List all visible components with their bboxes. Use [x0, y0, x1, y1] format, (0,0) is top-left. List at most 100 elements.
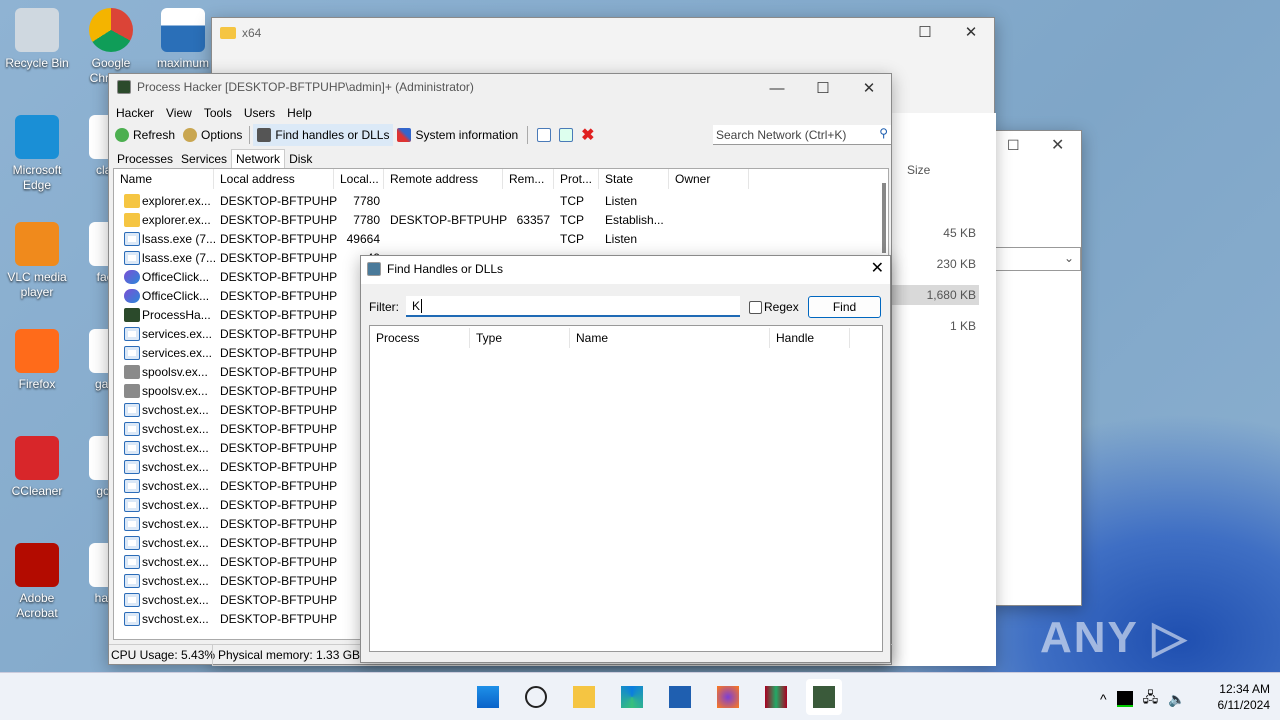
search-taskbar-button[interactable]: [518, 679, 554, 715]
tab-processes[interactable]: Processes: [113, 150, 177, 168]
dropdown[interactable]: ⌄: [991, 247, 1081, 271]
winrar-taskbar-button[interactable]: [758, 679, 794, 715]
search-network-input[interactable]: Search Network (Ctrl+K) ⚲: [713, 125, 891, 145]
network-icon[interactable]: 🖧: [1143, 687, 1159, 711]
checkbox-icon[interactable]: [749, 300, 762, 314]
table-row[interactable]: lsass.exe (7... DESKTOP-BFTPUHP 49664 TCP Li…: [114, 230, 884, 249]
chevron-up-icon[interactable]: ^: [1100, 691, 1107, 707]
name-cell: explorer.ex...: [142, 213, 211, 227]
table-row[interactable]: explorer.ex... DESKTOP-BFTPUHP 7780 DESKTOP…: [114, 211, 884, 230]
desktop-icon[interactable]: Recycle Bin: [0, 8, 74, 71]
find-button[interactable]: Find: [808, 296, 881, 318]
cpu-usage: CPU Usage: 5.43%: [111, 648, 216, 662]
firefox-taskbar-button[interactable]: [710, 679, 746, 715]
firefox-icon: [717, 686, 739, 708]
window-button[interactable]: [533, 124, 555, 146]
desktop-icon[interactable]: VLC media player: [0, 222, 74, 300]
close-button[interactable]: ✕: [871, 258, 884, 278]
column-header[interactable]: Local...: [334, 169, 384, 189]
start-taskbar-button[interactable]: [470, 679, 506, 715]
clock[interactable]: 12:34 AM 6/11/2024: [1200, 681, 1271, 713]
close-icon[interactable]: ✕: [1051, 135, 1064, 155]
close-button[interactable]: ✕: [846, 74, 892, 104]
local-port-cell: 7780: [353, 213, 380, 227]
store-icon: [669, 686, 691, 708]
system-information-button[interactable]: System information: [393, 124, 522, 146]
column-header[interactable]: Name: [114, 169, 214, 189]
maximize-button[interactable]: ☐: [902, 18, 948, 48]
results-table: Process Type Name Handle: [369, 325, 883, 652]
app-icon: [15, 329, 59, 373]
menu-view[interactable]: View: [166, 106, 192, 120]
speaker-icon[interactable]: 🔈: [1168, 691, 1185, 708]
tab-services[interactable]: Services: [177, 150, 231, 168]
maximize-icon[interactable]: ☐: [1007, 137, 1020, 154]
terminal-icon[interactable]: [1116, 691, 1133, 707]
local-address-cell: DESKTOP-BFTPUHP: [220, 574, 338, 588]
local-address-cell: DESKTOP-BFTPUHP: [220, 536, 338, 550]
app-icon: [15, 222, 59, 266]
column-header[interactable]: Local address: [214, 169, 334, 189]
name-cell: svchost.ex...: [142, 441, 209, 455]
desktop-icon[interactable]: Microsoft Edge: [0, 115, 74, 193]
app-icon: [15, 543, 59, 587]
options-button[interactable]: Options: [179, 124, 246, 146]
winrar-icon: [765, 686, 787, 708]
column-header[interactable]: Process: [370, 328, 470, 348]
state-cell: Listen: [605, 232, 638, 246]
local-address-cell: DESKTOP-BFTPUHP: [220, 441, 338, 455]
terminate-button[interactable]: ✖: [577, 124, 598, 146]
tab-disk[interactable]: Disk: [285, 150, 316, 168]
column-header[interactable]: Name: [570, 328, 770, 348]
desktop-icon[interactable]: CCleaner: [0, 436, 74, 499]
column-header[interactable]: Handle: [770, 328, 850, 348]
printer-icon: [124, 365, 140, 379]
desktop-icon[interactable]: maximum: [146, 8, 220, 71]
printer-icon: [124, 384, 140, 398]
column-header[interactable]: Rem...: [503, 169, 554, 189]
name-cell: svchost.ex...: [142, 403, 209, 417]
name-cell: svchost.ex...: [142, 479, 209, 493]
name-cell: svchost.ex...: [142, 517, 209, 531]
minimize-button[interactable]: —: [754, 74, 800, 104]
menu-hacker[interactable]: Hacker: [116, 106, 154, 120]
column-header[interactable]: Owner: [669, 169, 749, 189]
image-file-icon: [161, 8, 205, 52]
column-header[interactable]: State: [599, 169, 669, 189]
maximize-button[interactable]: ☐: [800, 74, 846, 104]
size-header[interactable]: Size: [907, 163, 930, 177]
close-button[interactable]: ✕: [948, 18, 994, 48]
refresh-button[interactable]: Refresh: [111, 124, 179, 146]
name-cell: OfficeClick...: [142, 270, 210, 284]
file-explorer-icon: [573, 686, 595, 708]
refresh-icon: [115, 128, 129, 142]
folder-icon: [124, 213, 140, 227]
find-handles-button[interactable]: Find handles or DLLs: [253, 124, 394, 146]
app-icon: [124, 232, 140, 246]
desktop-icon[interactable]: Adobe Acrobat: [0, 543, 74, 621]
process-hacker-taskbar-button[interactable]: [806, 679, 842, 715]
filter-input[interactable]: K: [406, 296, 740, 317]
name-cell: services.ex...: [142, 327, 213, 341]
desktop-icon[interactable]: Firefox: [0, 329, 74, 392]
file-explorer-taskbar-button[interactable]: [566, 679, 602, 715]
app-icon: [124, 441, 140, 455]
scrollbar[interactable]: [882, 183, 886, 253]
column-header[interactable]: Remote address: [384, 169, 503, 189]
tab-network[interactable]: Network: [231, 149, 286, 168]
go-to-button[interactable]: [555, 124, 577, 146]
column-header[interactable]: Prot...: [554, 169, 599, 189]
column-header[interactable]: Type: [470, 328, 570, 348]
edge-taskbar-button[interactable]: [614, 679, 650, 715]
find-dialog-icon: [367, 262, 381, 276]
menu-help[interactable]: Help: [287, 106, 312, 120]
search-icon: ⚲: [879, 126, 888, 140]
options-label: Options: [201, 128, 243, 142]
store-taskbar-button[interactable]: [662, 679, 698, 715]
menu-tools[interactable]: Tools: [204, 106, 232, 120]
table-row[interactable]: explorer.ex... DESKTOP-BFTPUHP 7780 TCP List…: [114, 192, 884, 211]
file-size: 1,680 KB: [889, 285, 979, 305]
regex-checkbox[interactable]: Regex: [749, 300, 799, 314]
menu-users[interactable]: Users: [244, 106, 275, 120]
name-cell: lsass.exe (7...: [142, 251, 217, 265]
